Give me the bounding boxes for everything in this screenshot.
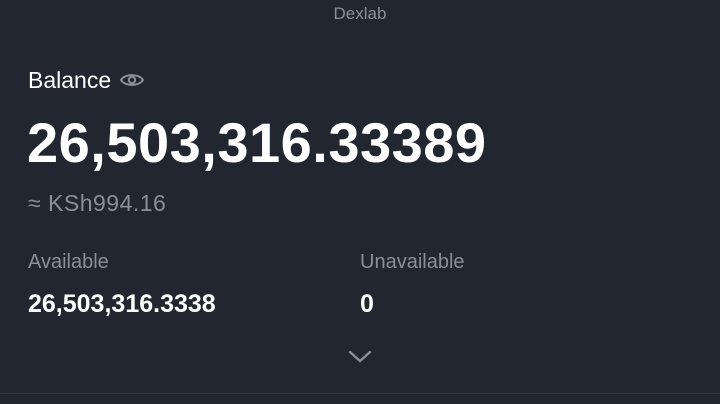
eye-icon[interactable] (119, 67, 145, 93)
chevron-down-icon (347, 348, 373, 369)
available-label: Available (28, 251, 109, 273)
available-value: 26,503,316.3338 (28, 290, 216, 318)
app-label: Dexlab (333, 4, 387, 23)
balance-amount: 26,503,316.33389 (27, 111, 487, 174)
balance-screen: Dexlab Balance 26,503,316.33389 ≈ KSh994… (0, 0, 720, 404)
balance-title: Balance (28, 67, 112, 93)
balance-header: Balance (28, 65, 145, 95)
unavailable-value: 0 (360, 290, 374, 318)
unavailable-label: Unavailable (360, 251, 465, 273)
available-section: Available 26,503,316.3338 (28, 248, 216, 319)
fiat-equivalent: ≈ KSh994.16 (28, 190, 167, 216)
unavailable-section: Unavailable 0 (360, 248, 465, 319)
divider (0, 393, 720, 394)
expand-details-button[interactable] (346, 346, 374, 370)
